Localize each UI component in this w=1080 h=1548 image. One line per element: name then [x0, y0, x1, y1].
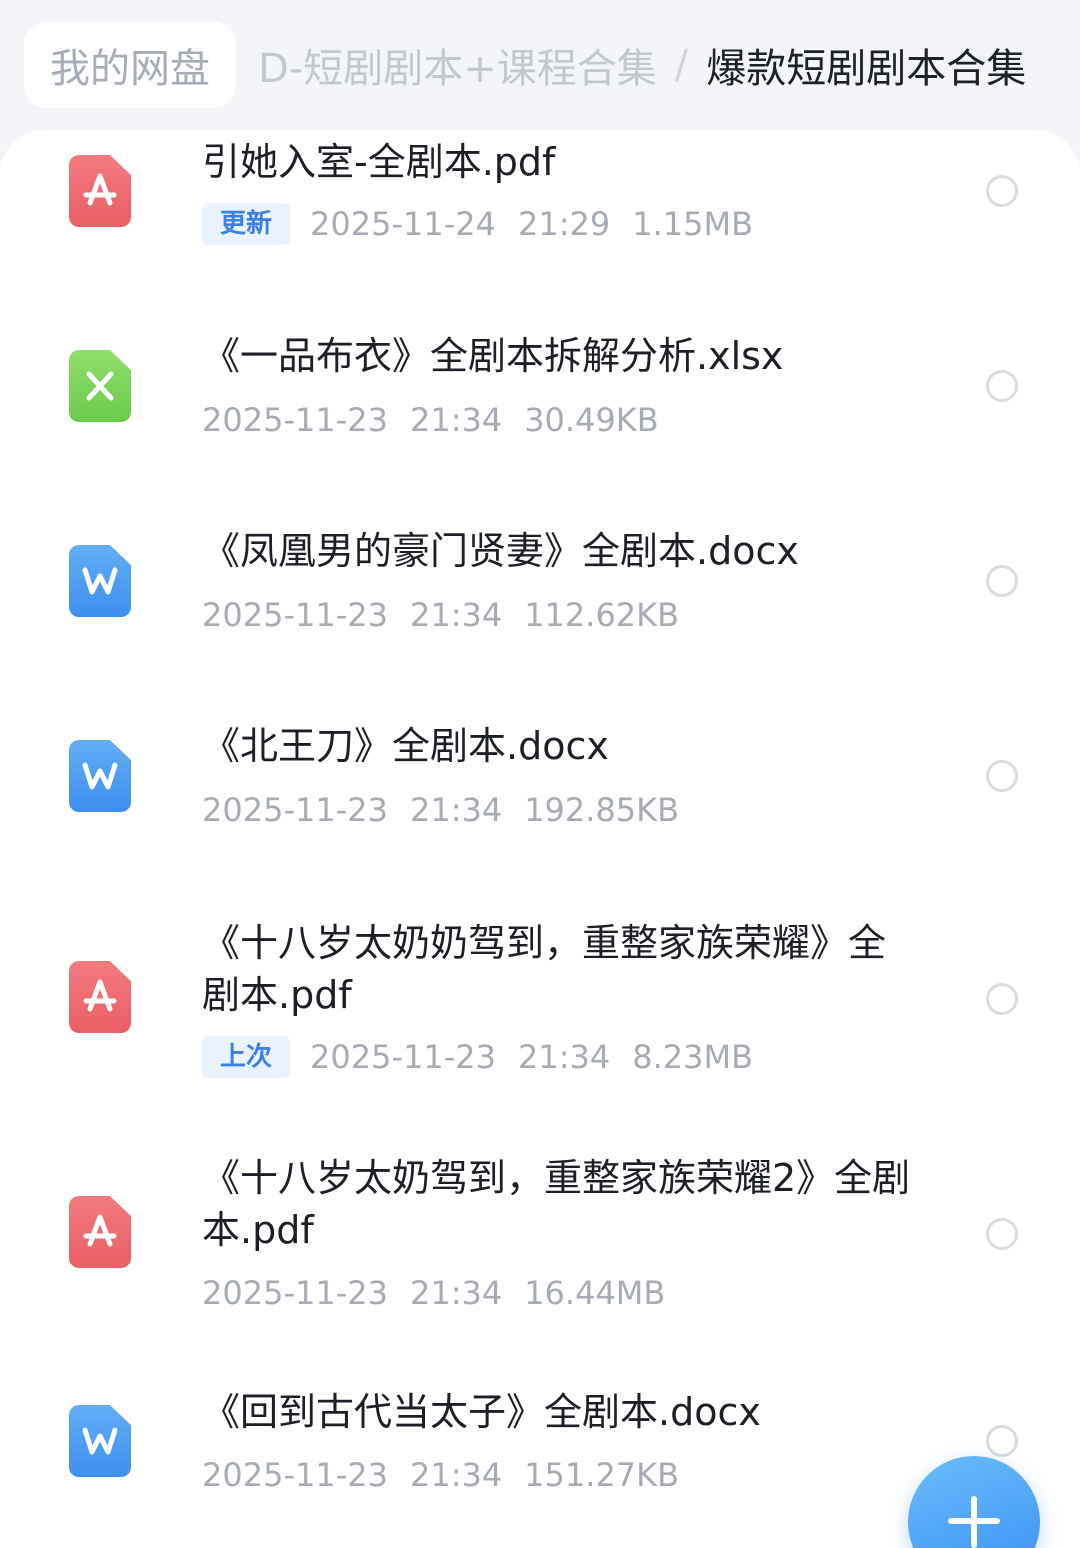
excel-icon	[69, 350, 131, 422]
file-size: 1.15MB	[632, 205, 754, 243]
list-item[interactable]: 《十八岁太奶驾到，重整家族荣耀2》全剧本.pdf 2025-11-23 21:3…	[0, 1135, 1080, 1375]
file-date: 2025-11-23	[202, 596, 388, 634]
word-icon	[69, 1405, 131, 1477]
breadcrumb-separator: /	[674, 42, 689, 88]
status-badge: 上次	[202, 1036, 291, 1078]
word-icon	[69, 740, 131, 812]
list-item[interactable]: 《一品布衣》全剧本拆解分析.xlsx 2025-11-23 21:34 30.4…	[0, 310, 1080, 505]
select-radio[interactable]	[986, 1425, 1018, 1457]
file-meta: 上次 2025-11-23 21:34 8.23MB	[202, 1035, 753, 1079]
list-item[interactable]: 《北王刀》全剧本.docx 2025-11-23 21:34 192.85KB	[0, 700, 1080, 895]
file-size: 192.85KB	[524, 791, 680, 829]
file-list-screen: 我的网盘 D-短剧剧本+课程合集 / 爆款短剧剧本合集 引她入室-全剧本.pdf…	[0, 0, 1080, 1548]
select-radio[interactable]	[986, 565, 1018, 597]
file-meta: 2025-11-23 21:34 16.44MB	[202, 1271, 665, 1315]
select-radio[interactable]	[986, 370, 1018, 402]
list-item[interactable]: 《十八岁太奶奶驾到，重整家族荣耀》全剧本.pdf 上次 2025-11-23 2…	[0, 895, 1080, 1135]
file-meta: 2025-11-23 21:34 112.62KB	[202, 593, 679, 637]
file-name: 《北王刀》全剧本.docx	[202, 724, 609, 768]
file-time: 21:34	[409, 791, 503, 829]
file-date: 2025-11-23	[202, 1274, 388, 1312]
file-meta: 2025-11-23 21:34 192.85KB	[202, 788, 679, 832]
select-radio[interactable]	[986, 760, 1018, 792]
file-name: 《凤凰男的豪门贤妻》全剧本.docx	[202, 529, 799, 573]
list-item[interactable]: 《凤凰男的豪门贤妻》全剧本.docx 2025-11-23 21:34 112.…	[0, 505, 1080, 700]
file-meta: 2025-11-23 21:34 151.27KB	[202, 1453, 679, 1497]
breadcrumb-current: 爆款短剧剧本合集	[706, 46, 1027, 92]
file-name: 《回到古代当太子》全剧本.docx	[202, 1390, 761, 1434]
file-name: 《十八岁太奶奶驾到，重整家族荣耀》全剧本.pdf	[202, 921, 887, 1017]
file-name: 引她入室-全剧本.pdf	[202, 140, 556, 184]
file-date: 2025-11-23	[310, 1038, 496, 1076]
file-date: 2025-11-23	[202, 791, 388, 829]
select-radio[interactable]	[986, 983, 1018, 1015]
file-name: 《一品布衣》全剧本拆解分析.xlsx	[202, 334, 784, 378]
list-item[interactable]: 引她入室-全剧本.pdf 更新 2025-11-24 21:29 1.15MB	[0, 130, 1080, 310]
pdf-icon	[69, 155, 131, 227]
breadcrumb-root[interactable]: 我的网盘	[24, 22, 236, 108]
pdf-icon	[69, 1196, 131, 1268]
file-time: 21:34	[409, 401, 503, 439]
select-radio[interactable]	[986, 175, 1018, 207]
file-meta: 2025-11-23 21:34 30.49KB	[202, 398, 659, 442]
file-date: 2025-11-23	[202, 401, 388, 439]
file-list: 引她入室-全剧本.pdf 更新 2025-11-24 21:29 1.15MB …	[0, 130, 1080, 1548]
breadcrumb: 我的网盘 D-短剧剧本+课程合集 / 爆款短剧剧本合集	[0, 0, 1080, 130]
file-date: 2025-11-24	[310, 205, 496, 243]
file-size: 112.62KB	[524, 596, 680, 634]
select-radio[interactable]	[986, 1218, 1018, 1250]
word-icon	[69, 545, 131, 617]
file-time: 21:34	[517, 1038, 611, 1076]
file-time: 21:34	[409, 1274, 503, 1312]
file-size: 8.23MB	[632, 1038, 754, 1076]
file-time: 21:34	[409, 1456, 503, 1494]
pdf-icon	[69, 961, 131, 1033]
breadcrumb-parent[interactable]: D-短剧剧本+课程合集	[258, 36, 657, 94]
file-time: 21:34	[409, 596, 503, 634]
file-meta: 更新 2025-11-24 21:29 1.15MB	[202, 202, 753, 246]
file-size: 16.44MB	[524, 1274, 666, 1312]
file-size: 30.49KB	[524, 401, 659, 439]
file-size: 151.27KB	[524, 1456, 680, 1494]
file-time: 21:29	[517, 205, 611, 243]
file-name: 《十八岁太奶驾到，重整家族荣耀2》全剧本.pdf	[202, 1156, 911, 1252]
file-date: 2025-11-23	[202, 1456, 388, 1494]
plus-icon-stroke	[971, 1496, 977, 1548]
status-badge: 更新	[202, 203, 291, 245]
